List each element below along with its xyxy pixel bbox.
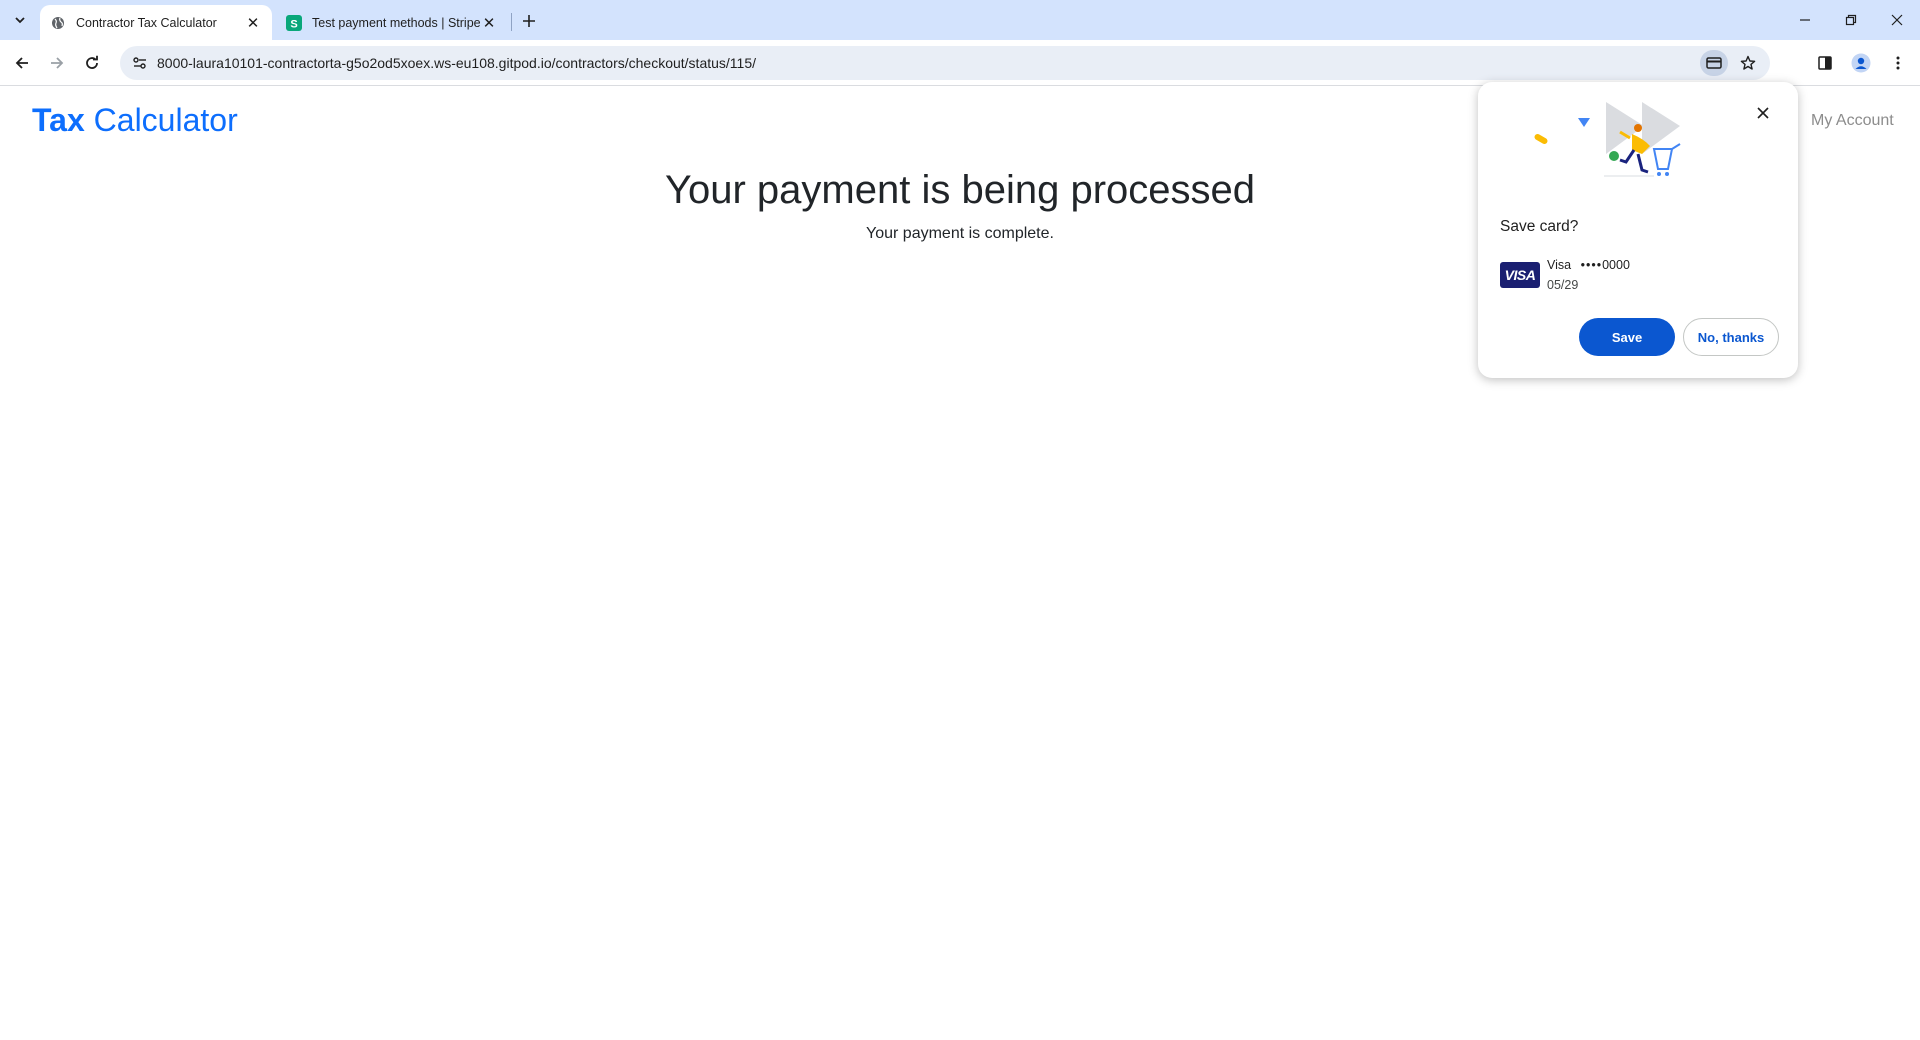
minimize-button[interactable] — [1782, 0, 1828, 40]
browser-toolbar: 8000-laura10101-contractorta-g5o2od5xoex… — [0, 40, 1920, 86]
card-network: Visa — [1547, 258, 1572, 272]
avatar-icon — [1851, 53, 1871, 73]
save-card-dialog: Save card? VISA Visa ••••0000 05/29 Save… — [1478, 82, 1798, 378]
close-icon[interactable]: ✕ — [244, 14, 262, 32]
brand-logo-link[interactable]: Tax Calculator — [32, 102, 238, 139]
close-icon — [1757, 107, 1769, 119]
tab-contractor-tax-calculator[interactable]: Contractor Tax Calculator ✕ — [40, 5, 272, 40]
card-mask: •••• — [1580, 258, 1603, 272]
card-expiry: 05/29 — [1547, 278, 1579, 292]
more-vert-icon — [1896, 56, 1900, 70]
svg-text:S: S — [290, 18, 297, 30]
restore-icon — [1845, 14, 1857, 26]
address-url[interactable]: 8000-laura10101-contractorta-g5o2od5xoex… — [157, 55, 756, 71]
tab-stripe-test-payment[interactable]: S Test payment methods | Stripe D ✕ — [276, 5, 508, 40]
credit-card-icon — [1706, 57, 1722, 69]
star-icon — [1740, 55, 1756, 70]
dialog-title: Save card? — [1500, 218, 1579, 235]
chevron-down-icon — [15, 17, 25, 24]
close-dialog-button[interactable] — [1752, 102, 1774, 124]
tune-icon — [133, 57, 146, 69]
browser-menu-button[interactable] — [1884, 49, 1912, 77]
nav-my-account[interactable]: My Account — [1811, 112, 1894, 130]
card-last4: 0000 — [1602, 258, 1630, 272]
new-tab-button[interactable] — [517, 9, 541, 33]
globe-icon — [50, 15, 66, 31]
reload-button[interactable] — [78, 49, 106, 77]
back-button[interactable] — [8, 49, 36, 77]
tab-title: Test payment methods | Stripe D — [312, 15, 480, 30]
side-panel-button[interactable] — [1811, 49, 1839, 77]
card-summary: Visa ••••0000 — [1547, 258, 1630, 272]
tab-separator — [511, 13, 512, 31]
brand-strong: Tax — [32, 102, 85, 138]
tab-title: Contractor Tax Calculator — [76, 15, 217, 30]
reload-icon — [86, 55, 98, 69]
stripe-icon: S — [286, 14, 302, 31]
save-card-button[interactable]: Save — [1579, 318, 1675, 356]
save-card-indicator-button[interactable] — [1700, 50, 1728, 76]
bookmark-star-button[interactable] — [1734, 50, 1762, 76]
brand-rest: Calculator — [93, 102, 238, 138]
close-icon — [1891, 14, 1903, 26]
arrow-left-icon — [15, 57, 28, 69]
visa-card-icon: VISA — [1500, 262, 1540, 288]
minimize-icon — [1800, 19, 1810, 21]
shopping-cart-illustration-icon — [1534, 102, 1681, 177]
address-bar[interactable]: 8000-laura10101-contractorta-g5o2od5xoex… — [120, 46, 1770, 80]
close-icon[interactable]: ✕ — [480, 14, 498, 32]
arrow-right-icon — [51, 57, 64, 69]
no-thanks-button[interactable]: No, thanks — [1683, 318, 1779, 356]
site-info-button[interactable] — [128, 51, 152, 75]
tab-search-button[interactable] — [6, 8, 34, 32]
forward-button[interactable] — [43, 49, 71, 77]
close-window-button[interactable] — [1874, 0, 1920, 40]
tab-strip: Contractor Tax Calculator ✕ S Test payme… — [0, 0, 1920, 40]
profile-button[interactable] — [1847, 49, 1875, 77]
restore-button[interactable] — [1828, 0, 1874, 40]
plus-icon — [523, 15, 535, 27]
side-panel-icon — [1818, 56, 1832, 70]
